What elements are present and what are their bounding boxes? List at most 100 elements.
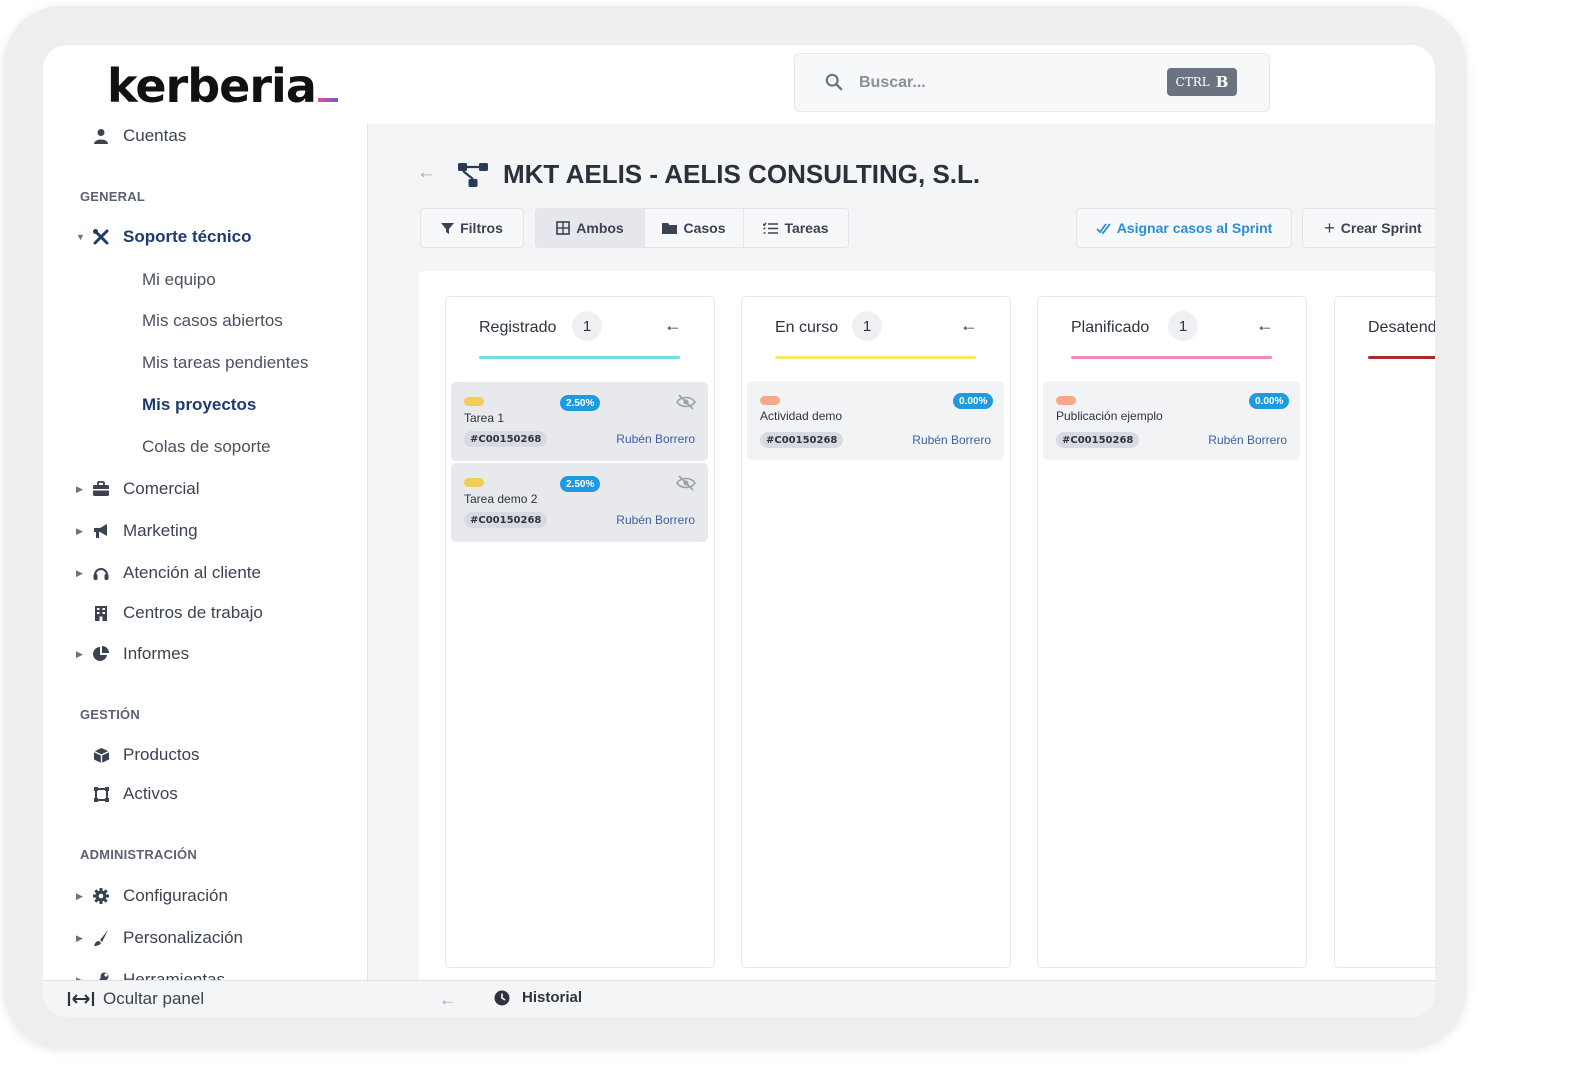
footer-back-arrow-icon[interactable]: ← <box>439 990 456 1010</box>
sidebar-item-label: Marketing <box>123 521 198 540</box>
collapse-arrow-icon[interactable]: ← <box>664 315 682 336</box>
card-title: Tarea demo 2 <box>464 492 538 506</box>
clock-icon <box>494 990 510 1005</box>
filters-label: Filtros <box>460 220 503 236</box>
view-cases-tab[interactable]: Casos <box>644 208 744 248</box>
priority-tag <box>464 397 484 406</box>
view-tasks-label: Tareas <box>784 220 829 236</box>
sidebar-subitem-colas-soporte[interactable]: Colas de soporte <box>142 432 271 462</box>
case-code-badge: #C00150268 <box>1056 432 1140 448</box>
section-title-administracion: ADMINISTRACIÓN <box>80 847 197 862</box>
chevron-right-icon: ▶ <box>76 890 83 901</box>
sidebar-item-label: Comercial <box>123 479 200 498</box>
view-tasks-tab[interactable]: Tareas <box>743 208 849 248</box>
sidebar-subitem-casos-abiertos[interactable]: Mis casos abiertos <box>142 306 283 336</box>
app-logo[interactable]: kerberia <box>107 59 338 113</box>
chevron-right-icon: ▶ <box>76 648 83 659</box>
eye-slash-icon[interactable] <box>676 394 696 410</box>
view-cases-label: Casos <box>683 220 726 236</box>
chevron-right-icon: ▶ <box>76 525 83 536</box>
briefcase-icon <box>91 479 111 499</box>
kanban-column-en-curso: En curso 1 ← 0.00% Actividad demo #C0015… <box>741 296 1011 968</box>
progress-badge: 2.50% <box>560 476 601 492</box>
priority-tag <box>1056 396 1076 405</box>
kanban-card[interactable]: 0.00% Actividad demo #C00150268 Rubén Bo… <box>747 381 1004 460</box>
sidebar-item-label: Informes <box>123 644 190 663</box>
main-content: ← MKT AELIS - AELIS CONSULTING, S.L. Fil… <box>368 124 1435 980</box>
filter-icon <box>441 222 455 234</box>
user-tie-icon <box>91 126 111 146</box>
case-code-badge: #C00150268 <box>464 512 548 528</box>
logo-text: kerberia <box>107 59 317 113</box>
kanban-card[interactable]: 2.50% Tarea demo 2 #C00150268 Rubén Borr… <box>451 463 708 542</box>
megaphone-icon <box>91 521 111 541</box>
column-title: Planificado <box>1071 319 1150 336</box>
column-count-badge: 1 <box>1168 311 1198 341</box>
brush-icon <box>91 928 111 948</box>
grid-icon <box>556 221 571 235</box>
view-both-tab[interactable]: Ambos <box>535 208 645 248</box>
sidebar-subitem-mis-proyectos[interactable]: Mis proyectos <box>142 390 256 420</box>
eye-slash-icon[interactable] <box>676 475 696 491</box>
box-icon <box>91 745 111 765</box>
card-owner: Rubén Borrero <box>1208 433 1287 447</box>
collapse-panel-icon <box>67 992 95 1006</box>
filters-button[interactable]: Filtros <box>420 208 524 248</box>
assign-cases-label: Asignar casos al Sprint <box>1116 220 1273 236</box>
asset-icon <box>91 784 111 804</box>
column-count-badge: 1 <box>572 311 602 341</box>
chevron-right-icon: ▶ <box>76 483 83 494</box>
search-shortcut-badge: CTRL B <box>1167 68 1237 96</box>
priority-tag <box>760 396 780 405</box>
view-both-label: Ambos <box>576 220 624 236</box>
building-icon <box>91 603 111 623</box>
progress-badge: 0.00% <box>953 393 994 409</box>
card-owner: Rubén Borrero <box>616 432 695 446</box>
sidebar-item-label: Personalización <box>123 928 244 947</box>
back-arrow-icon[interactable]: ← <box>417 162 436 184</box>
sidebar-subitem-mi-equipo[interactable]: Mi equipo <box>142 265 216 295</box>
assign-cases-button[interactable]: Asignar casos al Sprint <box>1076 208 1292 248</box>
history-label: Historial <box>522 989 583 1006</box>
column-title: Desatend <box>1368 319 1435 336</box>
history-button[interactable]: Historial <box>494 989 582 1006</box>
logo-underscore <box>317 98 338 102</box>
shortcut-key: B <box>1215 73 1229 91</box>
card-title: Publicación ejemplo <box>1056 409 1163 423</box>
hide-panel-button[interactable]: Ocultar panel <box>67 989 204 1009</box>
search-input[interactable] <box>857 68 1141 98</box>
create-sprint-button[interactable]: + Crear Sprint <box>1302 208 1435 248</box>
device-frame: kerberia CTRL B Cuentas GENERAL ▼ Soporte… <box>4 6 1466 1048</box>
pie-chart-icon <box>91 644 111 664</box>
progress-badge: 0.00% <box>1249 393 1290 409</box>
collapse-arrow-icon[interactable]: ← <box>960 315 978 336</box>
sidebar-subitem-tareas-pendientes[interactable]: Mis tareas pendientes <box>142 348 308 378</box>
card-owner: Rubén Borrero <box>912 433 991 447</box>
sidebar-item-label: Productos <box>123 745 200 764</box>
page-title: MKT AELIS - AELIS CONSULTING, S.L. <box>503 159 981 189</box>
sidebar-item-label: Centros de trabajo <box>123 603 263 622</box>
gear-icon <box>91 886 111 906</box>
card-title: Tarea 1 <box>464 411 505 425</box>
chevron-right-icon: ▶ <box>76 567 83 578</box>
plus-icon: + <box>1324 217 1335 238</box>
footer-bar: Ocultar panel ← Historial <box>43 980 1435 1017</box>
sidebar-item-label: Activos <box>123 784 178 803</box>
folder-icon <box>662 222 678 234</box>
column-color-bar <box>1071 356 1272 359</box>
project-diagram-icon <box>458 163 488 187</box>
case-code-badge: #C00150268 <box>464 431 548 447</box>
search-box[interactable]: CTRL B <box>794 53 1270 112</box>
kanban-board: Registrado 1 ← 2.50% Tarea 1 #C00150268 … <box>419 271 1435 980</box>
collapse-arrow-icon[interactable]: ← <box>1256 315 1274 336</box>
sidebar-item-label: Configuración <box>123 886 228 905</box>
column-title: En curso <box>775 319 839 336</box>
case-code-badge: #C00150268 <box>760 432 844 448</box>
kanban-column-registrado: Registrado 1 ← 2.50% Tarea 1 #C00150268 … <box>445 296 715 968</box>
kanban-card[interactable]: 0.00% Publicación ejemplo #C00150268 Rub… <box>1043 381 1300 460</box>
column-color-bar <box>479 356 680 359</box>
create-sprint-label: Crear Sprint <box>1340 220 1422 236</box>
kanban-card[interactable]: 2.50% Tarea 1 #C00150268 Rubén Borrero <box>451 382 708 461</box>
sidebar-item-label: Atención al cliente <box>123 563 261 582</box>
task-list-icon <box>763 221 779 234</box>
